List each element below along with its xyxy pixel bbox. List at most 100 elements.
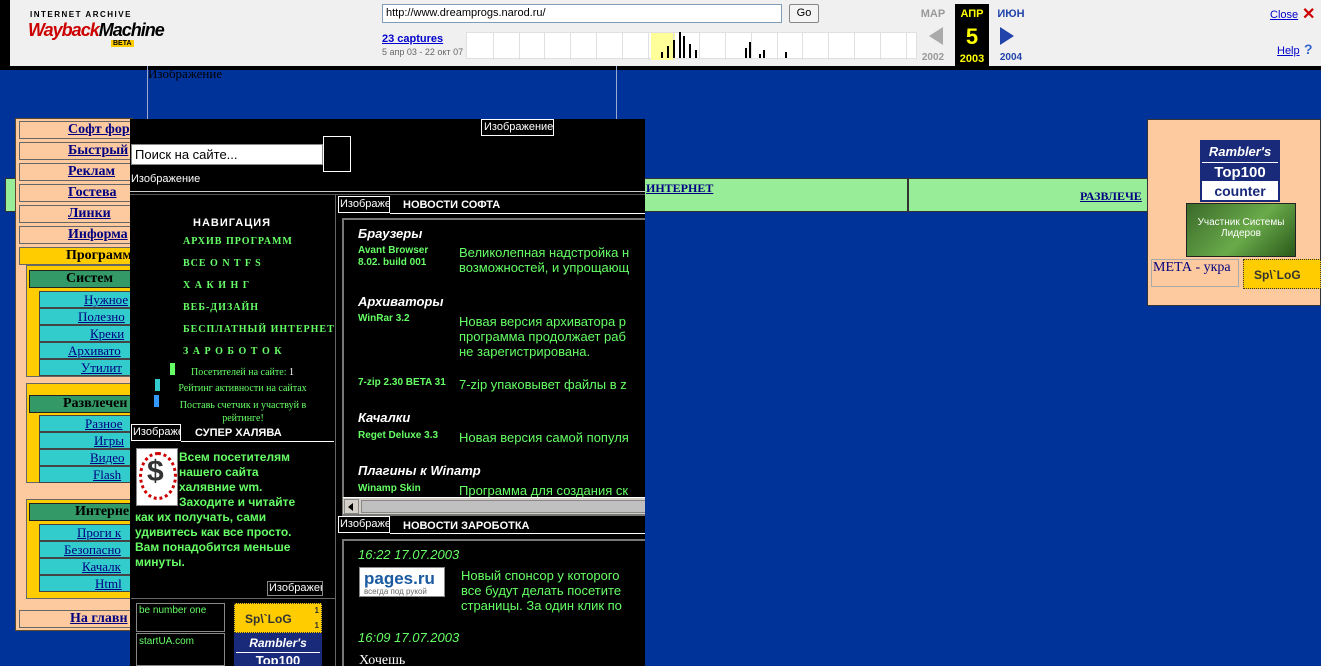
rambler-top100-counter[interactable]: Rambler's Top100 counter: [1200, 140, 1280, 202]
news-desc: Новая версия архиватора р: [459, 314, 627, 329]
pages-ru-logo[interactable]: pages.ru всегда под рукой: [359, 567, 445, 597]
splog-count: 1: [314, 606, 319, 615]
wayback-next-year[interactable]: 2004: [996, 52, 1026, 63]
soft-news-title: НОВОСТИ СОФТА: [403, 199, 501, 211]
wayback-help-link[interactable]: Help: [1277, 45, 1300, 57]
be-number-one-counter[interactable]: be number one: [136, 603, 225, 632]
menu-item-links[interactable]: Линки: [19, 205, 139, 223]
meta-ukraine-link[interactable]: МЕТА - укра: [1151, 259, 1239, 287]
rambler-counter: counter: [1202, 182, 1278, 200]
sparkline-capture-bar[interactable]: [667, 46, 669, 58]
news-desc: Новая версия самой популя: [459, 430, 629, 445]
soft-news-frame: Браузеры Avant Browser 8.02. build 001 В…: [342, 218, 645, 516]
search-button[interactable]: [323, 136, 351, 172]
nav-link-free-internet[interactable]: БЕСПЛАТНЫЙ ИНТЕРНЕТ: [183, 324, 335, 335]
site-search-input[interactable]: Поиск на сайте...: [131, 144, 323, 165]
leader-system-badge[interactable]: Участник Системы Лидеров: [1186, 203, 1296, 257]
prev-arrow-icon[interactable]: [929, 27, 943, 45]
next-arrow-icon[interactable]: [1000, 27, 1014, 45]
halyava-line: халявние wm.: [179, 480, 263, 494]
menu-item-info[interactable]: Информа: [19, 226, 139, 244]
sparkline-capture-bar[interactable]: [689, 44, 691, 58]
visitors-count: 1: [289, 367, 294, 378]
news-desc: Великолепная надстройка н: [459, 245, 630, 260]
sparkline-capture-bar[interactable]: [661, 52, 663, 58]
news-category: Плагины к Winamp: [358, 463, 481, 478]
wayback-logo-machine: Machine: [98, 20, 165, 40]
news-product[interactable]: Winamp Skin: [358, 483, 453, 495]
sparkline-year-divider: [854, 33, 855, 60]
nav-link-webdesign[interactable]: ВЕБ-ДИЗАЙН: [183, 302, 259, 313]
divider: [390, 213, 645, 214]
news-desc: программа продолжает раб: [459, 329, 626, 344]
nav-link-ntfs[interactable]: ВСЕ О N T F S: [183, 258, 262, 269]
news-desc-line: все будут делать посетите: [461, 583, 622, 598]
rambler-top100: Top100: [236, 652, 320, 664]
scrollbar-thumb[interactable]: [361, 500, 645, 513]
menu-item-guestbook[interactable]: Гостева: [19, 184, 139, 202]
wayback-sparkline[interactable]: [466, 32, 917, 60]
rambler-top100-counter[interactable]: Rambler's Top100: [234, 633, 322, 666]
news-desc: Новый спонсор у которого все будут делат…: [461, 568, 645, 613]
rating-link[interactable]: Рейтинг активности на сайтах: [150, 383, 335, 394]
news-product[interactable]: Reget Deluxe 3.3: [358, 430, 453, 442]
splog-counter[interactable]: Sp\`LoG 1 1: [234, 603, 322, 633]
wayback-close-link[interactable]: Close: [1270, 9, 1298, 21]
wayback-logo-caption: INTERNET ARCHIVE: [30, 10, 132, 19]
help-icon[interactable]: ?: [1304, 41, 1313, 57]
wayback-url-input[interactable]: http://www.dreamprogs.narod.ru/: [382, 4, 782, 23]
scroll-left-icon[interactable]: [344, 499, 359, 514]
category-link-internet[interactable]: ИНТЕРНЕТ: [646, 181, 713, 196]
sparkline-capture-bar[interactable]: [763, 50, 765, 58]
wayback-go-button[interactable]: Go: [789, 4, 819, 23]
wayback-current-year: 2003: [959, 53, 985, 65]
content-frame: Изображение Поиск на сайте... Изображени…: [130, 119, 645, 666]
splog-label: Sp\`LoG: [245, 612, 292, 626]
wayback-current-date: АПР 5 2003: [955, 4, 989, 66]
category-link-entertainment[interactable]: РАЗВЛЕЧЕ: [1080, 189, 1142, 204]
wayback-captures-range: 5 апр 03 - 22 окт 07: [382, 47, 464, 57]
sparkline-capture-bar[interactable]: [745, 48, 747, 58]
menu-item-fast[interactable]: Быстрый: [19, 142, 139, 160]
news-desc-line: страницы. За один клик по: [461, 598, 622, 613]
news-product[interactable]: WinRar 3.2: [358, 313, 453, 325]
visitors-label: Посетителей на сайте:: [190, 367, 289, 378]
counter-link[interactable]: Поставь счетчик и участвуй в рейтинге!: [158, 399, 328, 425]
halyava-line: Заходите и читайте: [179, 495, 296, 509]
visitors-online: Посетителей на сайте: 1: [150, 367, 335, 378]
nav-link-earnings[interactable]: З А Р О Б О Т О К: [183, 346, 282, 357]
sparkline-capture-bar[interactable]: [785, 52, 787, 58]
wayback-next-month[interactable]: ИЮН: [996, 8, 1026, 20]
menu-item-soft[interactable]: Софт фор: [19, 121, 139, 139]
menu-item-home[interactable]: На главн: [19, 610, 139, 628]
sparkline-current-year: [651, 33, 675, 60]
sparkline-capture-bar[interactable]: [683, 36, 685, 58]
news-desc: не зарегистрирована.: [459, 344, 591, 359]
sparkline-capture-bar[interactable]: [749, 42, 751, 58]
sparkline-capture-bar[interactable]: [759, 54, 761, 58]
nav-link-archive[interactable]: АРХИВ ПРОГРАММ: [183, 236, 293, 247]
sparkline-year-divider: [647, 33, 649, 60]
rambler-title: Rambler's: [236, 635, 320, 652]
soft-news-image-alt: Изображение: [338, 196, 390, 213]
horizontal-scrollbar[interactable]: [343, 497, 645, 514]
sparkline-year-divider: [621, 33, 623, 60]
sparkline-capture-bar[interactable]: [695, 50, 697, 58]
wayback-prev-year[interactable]: 2002: [918, 52, 948, 63]
earn-news-image-alt: Изображение: [338, 516, 390, 533]
sparkline-capture-bar[interactable]: [673, 40, 675, 58]
sparkline-capture-bar[interactable]: [679, 32, 681, 58]
splog-counter[interactable]: Sp\`LoG: [1243, 259, 1321, 289]
news-product[interactable]: Avant Browser 8.02. build 001: [358, 245, 453, 269]
menu-item-programs[interactable]: Программ: [19, 247, 139, 265]
startua-counter[interactable]: startUA.com: [136, 633, 225, 666]
wayback-prev-month[interactable]: МАР: [918, 8, 948, 20]
wayback-logo-way: Wayback: [28, 20, 100, 40]
close-icon[interactable]: ✕: [1302, 4, 1315, 24]
news-product[interactable]: 7-zip 2.30 BETA 31: [358, 377, 453, 389]
pages-ru-logo-text: pages.ru: [364, 569, 435, 588]
nav-link-hacking[interactable]: Х А К И Н Г: [183, 280, 250, 291]
wayback-captures-link[interactable]: 23 captures: [382, 33, 443, 45]
sparkline-year-divider: [725, 33, 726, 60]
menu-item-ads[interactable]: Реклам: [19, 163, 139, 181]
